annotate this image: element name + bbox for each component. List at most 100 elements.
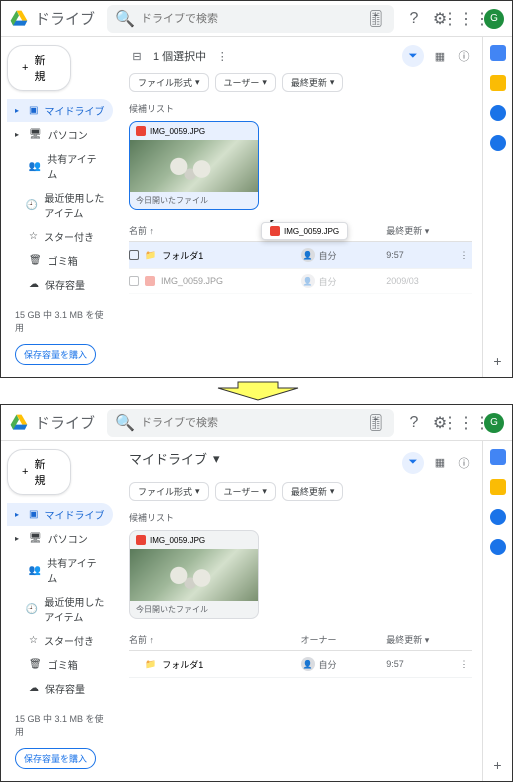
- apps-icon[interactable]: ⋮⋮⋮: [458, 415, 474, 431]
- table-row[interactable]: 📁フォルダ1 👤自分 9:57⋮: [129, 242, 472, 269]
- transition-arrow: [0, 380, 515, 402]
- header: ドライブ 🔍 🎚 ? ⚙ ⋮⋮⋮ G: [1, 1, 512, 37]
- calendar-icon[interactable]: [490, 45, 506, 61]
- info-icon[interactable]: ⓘ: [456, 455, 472, 471]
- star-icon: ☆: [29, 231, 38, 242]
- thumbnail: [130, 140, 258, 192]
- sort-arrow-icon[interactable]: ↑: [150, 226, 155, 236]
- keep-icon[interactable]: [490, 75, 506, 91]
- trash-icon: 🗑: [29, 659, 42, 670]
- buy-storage-button[interactable]: 保存容量を購入: [15, 748, 96, 769]
- keep-icon[interactable]: [490, 479, 506, 495]
- grid-view-icon[interactable]: ▦: [432, 455, 448, 471]
- search-input[interactable]: [141, 417, 360, 429]
- search-input[interactable]: [141, 13, 360, 25]
- chip-filetype[interactable]: ファイル形式▾: [129, 482, 209, 501]
- folder-icon: 📁: [145, 659, 156, 670]
- tune-icon[interactable]: 🎚: [368, 11, 384, 27]
- card-footer: 今日開いたファイル: [130, 192, 258, 209]
- new-button[interactable]: +新規: [7, 449, 71, 495]
- sort-arrow-icon[interactable]: ↑: [150, 635, 155, 645]
- chevron-down-icon: ▾: [330, 486, 335, 497]
- plus-icon[interactable]: +: [493, 353, 501, 369]
- contacts-icon[interactable]: [490, 539, 506, 555]
- location-title[interactable]: マイドライブ▾: [129, 449, 220, 468]
- suggestion-card[interactable]: IMG_0059.JPG 今日開いたファイル: [129, 530, 259, 619]
- help-icon[interactable]: ?: [406, 415, 422, 431]
- sidebar-item-recent[interactable]: 🕘最近使用したアイテム: [7, 186, 113, 224]
- clock-icon: 🕘: [26, 200, 38, 211]
- sidebar-item-computers[interactable]: ▸🖥パソコン: [7, 527, 113, 550]
- more-icon[interactable]: ⋮: [456, 247, 472, 263]
- help-icon[interactable]: ?: [406, 11, 422, 27]
- filter-toggle[interactable]: ⏷: [402, 45, 424, 67]
- table-row[interactable]: IMG_0059.JPG 👤自分 2009/03: [129, 269, 472, 294]
- folder-icon: 📁: [145, 250, 156, 261]
- drive-icon: ▣: [29, 105, 38, 116]
- search-bar[interactable]: 🔍 🎚: [107, 5, 394, 33]
- right-rail: +: [482, 441, 512, 781]
- suggestion-card[interactable]: IMG_0059.JPG 今日開いたファイル: [129, 121, 259, 210]
- table-row[interactable]: 📁フォルダ1 👤自分 9:57⋮: [129, 651, 472, 678]
- sidebar-item-shared[interactable]: 👥共有アイテム: [7, 551, 113, 589]
- sidebar-item-starred[interactable]: ☆スター付き: [7, 629, 113, 652]
- sidebar-item-starred[interactable]: ☆スター付き: [7, 225, 113, 248]
- grid-view-icon[interactable]: ▦: [432, 48, 448, 64]
- selection-toolbar: ⊟ 1 個選択中 ⋮ ⏷ ▦ ⓘ: [129, 45, 472, 67]
- search-icon: 🔍: [117, 415, 133, 431]
- tasks-icon[interactable]: [490, 509, 506, 525]
- avatar[interactable]: G: [484, 9, 504, 29]
- drive-icon: ▣: [29, 509, 38, 520]
- chip-modified[interactable]: 最終更新▾: [282, 73, 344, 92]
- sidebar-item-mydrive[interactable]: ▸▣マイドライブ: [7, 503, 113, 526]
- header-icons: ? ⚙ ⋮⋮⋮ G: [406, 413, 504, 433]
- sidebar-item-trash[interactable]: 🗑ゴミ箱: [7, 249, 113, 272]
- checkbox[interactable]: [129, 276, 139, 286]
- sidebar-item-computers[interactable]: ▸🖥パソコン: [7, 123, 113, 146]
- avatar[interactable]: G: [484, 413, 504, 433]
- trash-icon: 🗑: [29, 255, 42, 266]
- suggestions-label: 候補リスト: [129, 511, 472, 524]
- more-icon[interactable]: ⋮: [214, 48, 230, 64]
- calendar-icon[interactable]: [490, 449, 506, 465]
- plus-icon: +: [22, 466, 28, 478]
- right-rail: +: [482, 37, 512, 377]
- chip-modified[interactable]: 最終更新▾: [282, 482, 344, 501]
- storage-text: 15 GB 中 3.1 MB を使用: [7, 706, 113, 744]
- checkbox[interactable]: [129, 250, 139, 260]
- sidebar-item-mydrive[interactable]: ▸▣マイドライブ: [7, 99, 113, 122]
- sidebar-item-shared[interactable]: 👥共有アイテム: [7, 147, 113, 185]
- logo[interactable]: ドライブ: [9, 412, 95, 433]
- chip-user[interactable]: ユーザー▾: [215, 73, 276, 92]
- sidebar-item-recent[interactable]: 🕘最近使用したアイテム: [7, 590, 113, 628]
- star-icon: ☆: [29, 635, 38, 646]
- filter-toggle[interactable]: ⏷: [402, 452, 424, 474]
- search-icon: 🔍: [117, 11, 133, 27]
- new-button[interactable]: +新規: [7, 45, 71, 91]
- apps-icon[interactable]: ⋮⋮⋮: [458, 11, 474, 27]
- shared-icon: 👥: [29, 565, 41, 576]
- chevron-down-icon: ▾: [330, 77, 335, 88]
- logo[interactable]: ドライブ: [9, 8, 95, 29]
- info-icon[interactable]: ⓘ: [456, 48, 472, 64]
- chip-filetype[interactable]: ファイル形式▾: [129, 73, 209, 92]
- plus-icon[interactable]: +: [493, 757, 501, 773]
- tasks-icon[interactable]: [490, 105, 506, 121]
- plus-icon: +: [22, 62, 28, 74]
- buy-storage-button[interactable]: 保存容量を購入: [15, 344, 96, 365]
- search-bar[interactable]: 🔍 🎚: [107, 409, 394, 437]
- sidebar-item-trash[interactable]: 🗑ゴミ箱: [7, 653, 113, 676]
- contacts-icon[interactable]: [490, 135, 506, 151]
- image-file-icon: [270, 226, 280, 236]
- sidebar-item-storage[interactable]: ☁保存容量: [7, 273, 113, 296]
- tune-icon[interactable]: 🎚: [368, 415, 384, 431]
- image-file-icon: [136, 535, 146, 545]
- computer-icon: 🖥: [29, 533, 42, 544]
- more-icon[interactable]: ⋮: [456, 656, 472, 672]
- card-title: IMG_0059.JPG: [150, 536, 205, 545]
- chevron-right-icon: ▸: [15, 130, 23, 139]
- deselect-icon[interactable]: ⊟: [129, 48, 145, 64]
- app-name: ドライブ: [35, 8, 95, 29]
- sidebar-item-storage[interactable]: ☁保存容量: [7, 677, 113, 700]
- chip-user[interactable]: ユーザー▾: [215, 482, 276, 501]
